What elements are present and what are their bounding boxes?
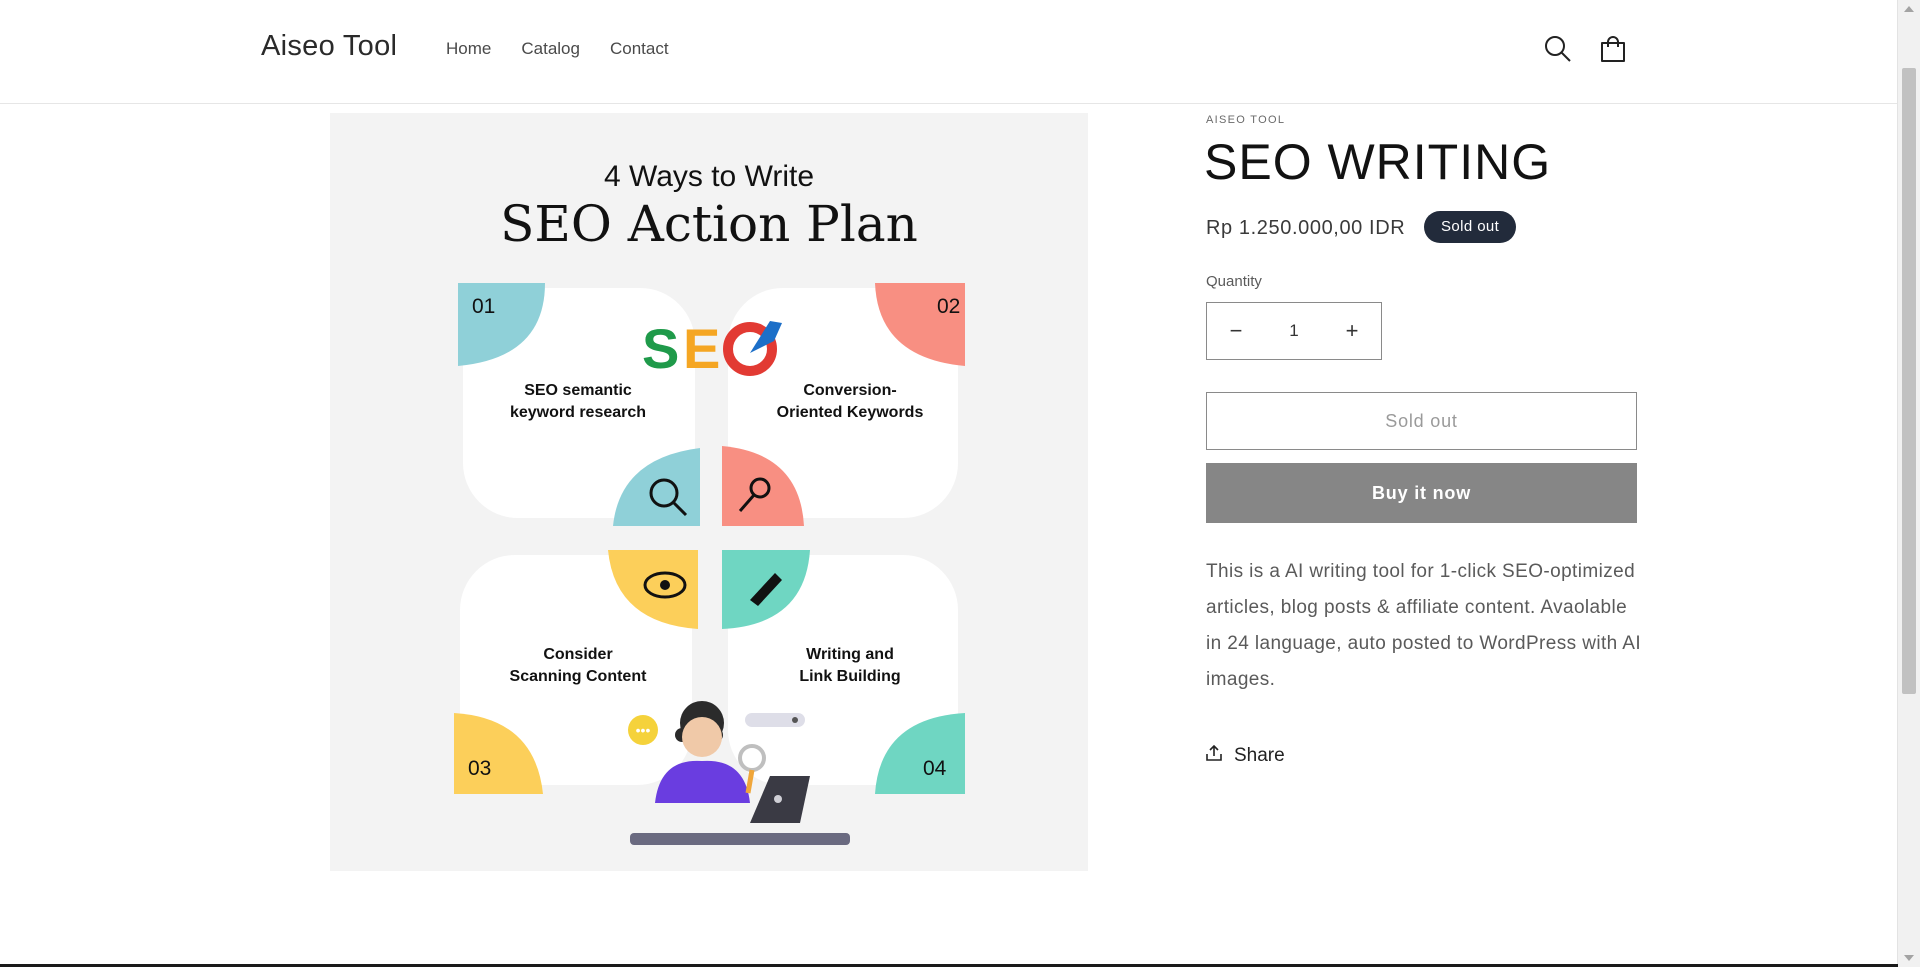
quantity-label: Quantity	[1206, 273, 1262, 290]
product-price: Rp 1.250.000,00 IDR	[1206, 217, 1406, 239]
svg-text:03: 03	[468, 757, 491, 780]
sold-out-badge: Sold out	[1424, 211, 1517, 243]
quantity-increase-button[interactable]: +	[1323, 303, 1381, 359]
image-heading-large: SEO Action Plan	[500, 195, 918, 253]
svg-text:02: 02	[937, 295, 960, 318]
add-to-cart-sold-out-button[interactable]: Sold out	[1206, 392, 1637, 450]
svg-text:•••: •••	[636, 722, 651, 738]
main-nav: Home Catalog Contact	[446, 39, 699, 59]
svg-text:01: 01	[472, 295, 495, 318]
nav-catalog[interactable]: Catalog	[521, 39, 580, 59]
share-label: Share	[1234, 745, 1285, 766]
product-title: SEO WRITING	[1204, 134, 1552, 190]
card-04: Writing and Link Building 04	[722, 550, 965, 794]
svg-text:Link Building: Link Building	[799, 668, 900, 685]
svg-text:S: S	[642, 317, 679, 380]
quantity-decrease-button[interactable]: −	[1207, 303, 1265, 359]
card-03: Consider Scanning Content 03	[454, 550, 698, 794]
svg-text:Scanning Content: Scanning Content	[510, 668, 648, 685]
quantity-input[interactable]: 1	[1265, 303, 1323, 359]
svg-text:Conversion-: Conversion-	[803, 382, 896, 399]
quantity-stepper: − 1 +	[1206, 302, 1382, 360]
scroll-down-arrow-icon[interactable]	[1904, 955, 1914, 961]
buy-it-now-button[interactable]: Buy it now	[1206, 463, 1637, 523]
page-scrollbar[interactable]	[1897, 0, 1920, 967]
site-header: Aiseo Tool Home Catalog Contact	[0, 0, 1898, 104]
svg-text:E: E	[683, 317, 720, 380]
nav-contact[interactable]: Contact	[610, 39, 669, 59]
image-heading-small: 4 Ways to Write	[604, 160, 814, 193]
svg-text:Consider: Consider	[543, 646, 612, 663]
svg-text:SEO semantic: SEO semantic	[524, 382, 632, 399]
site-logo[interactable]: Aiseo Tool	[261, 30, 397, 63]
cart-icon[interactable]	[1597, 33, 1629, 65]
search-icon[interactable]	[1542, 33, 1574, 65]
svg-text:Oriented Keywords: Oriented Keywords	[777, 404, 924, 421]
svg-text:04: 04	[923, 757, 947, 780]
scroll-thumb[interactable]	[1902, 68, 1916, 694]
share-button[interactable]: Share	[1206, 744, 1285, 768]
product-description: This is a AI writing tool for 1-click SE…	[1206, 561, 1642, 690]
card-02: 02 Conversion- Oriented Keywords	[722, 283, 965, 526]
svg-text:Writing and: Writing and	[806, 646, 894, 663]
product-vendor: AISEO TOOL	[1206, 114, 1286, 126]
share-icon	[1206, 744, 1222, 768]
product-image[interactable]: 4 Ways to Write SEO Action Plan 01 SEO s…	[330, 113, 1088, 871]
svg-text:keyword research: keyword research	[510, 404, 646, 421]
scroll-up-arrow-icon[interactable]	[1904, 6, 1914, 12]
nav-home[interactable]: Home	[446, 39, 491, 59]
